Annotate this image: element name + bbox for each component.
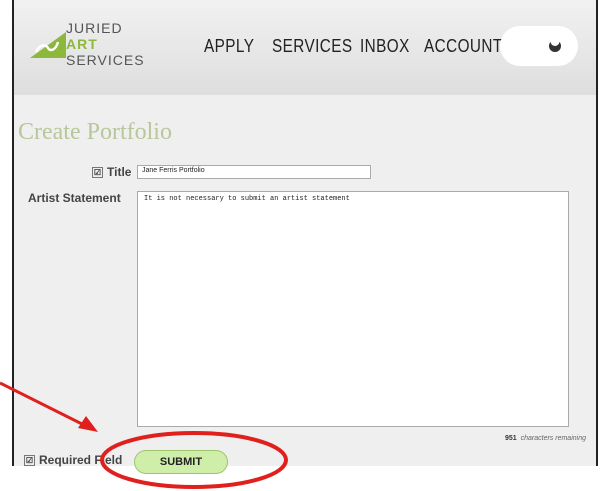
annotation-circle — [100, 431, 288, 489]
annotation-arrow — [0, 381, 98, 432]
annotation-overlay — [0, 381, 288, 489]
